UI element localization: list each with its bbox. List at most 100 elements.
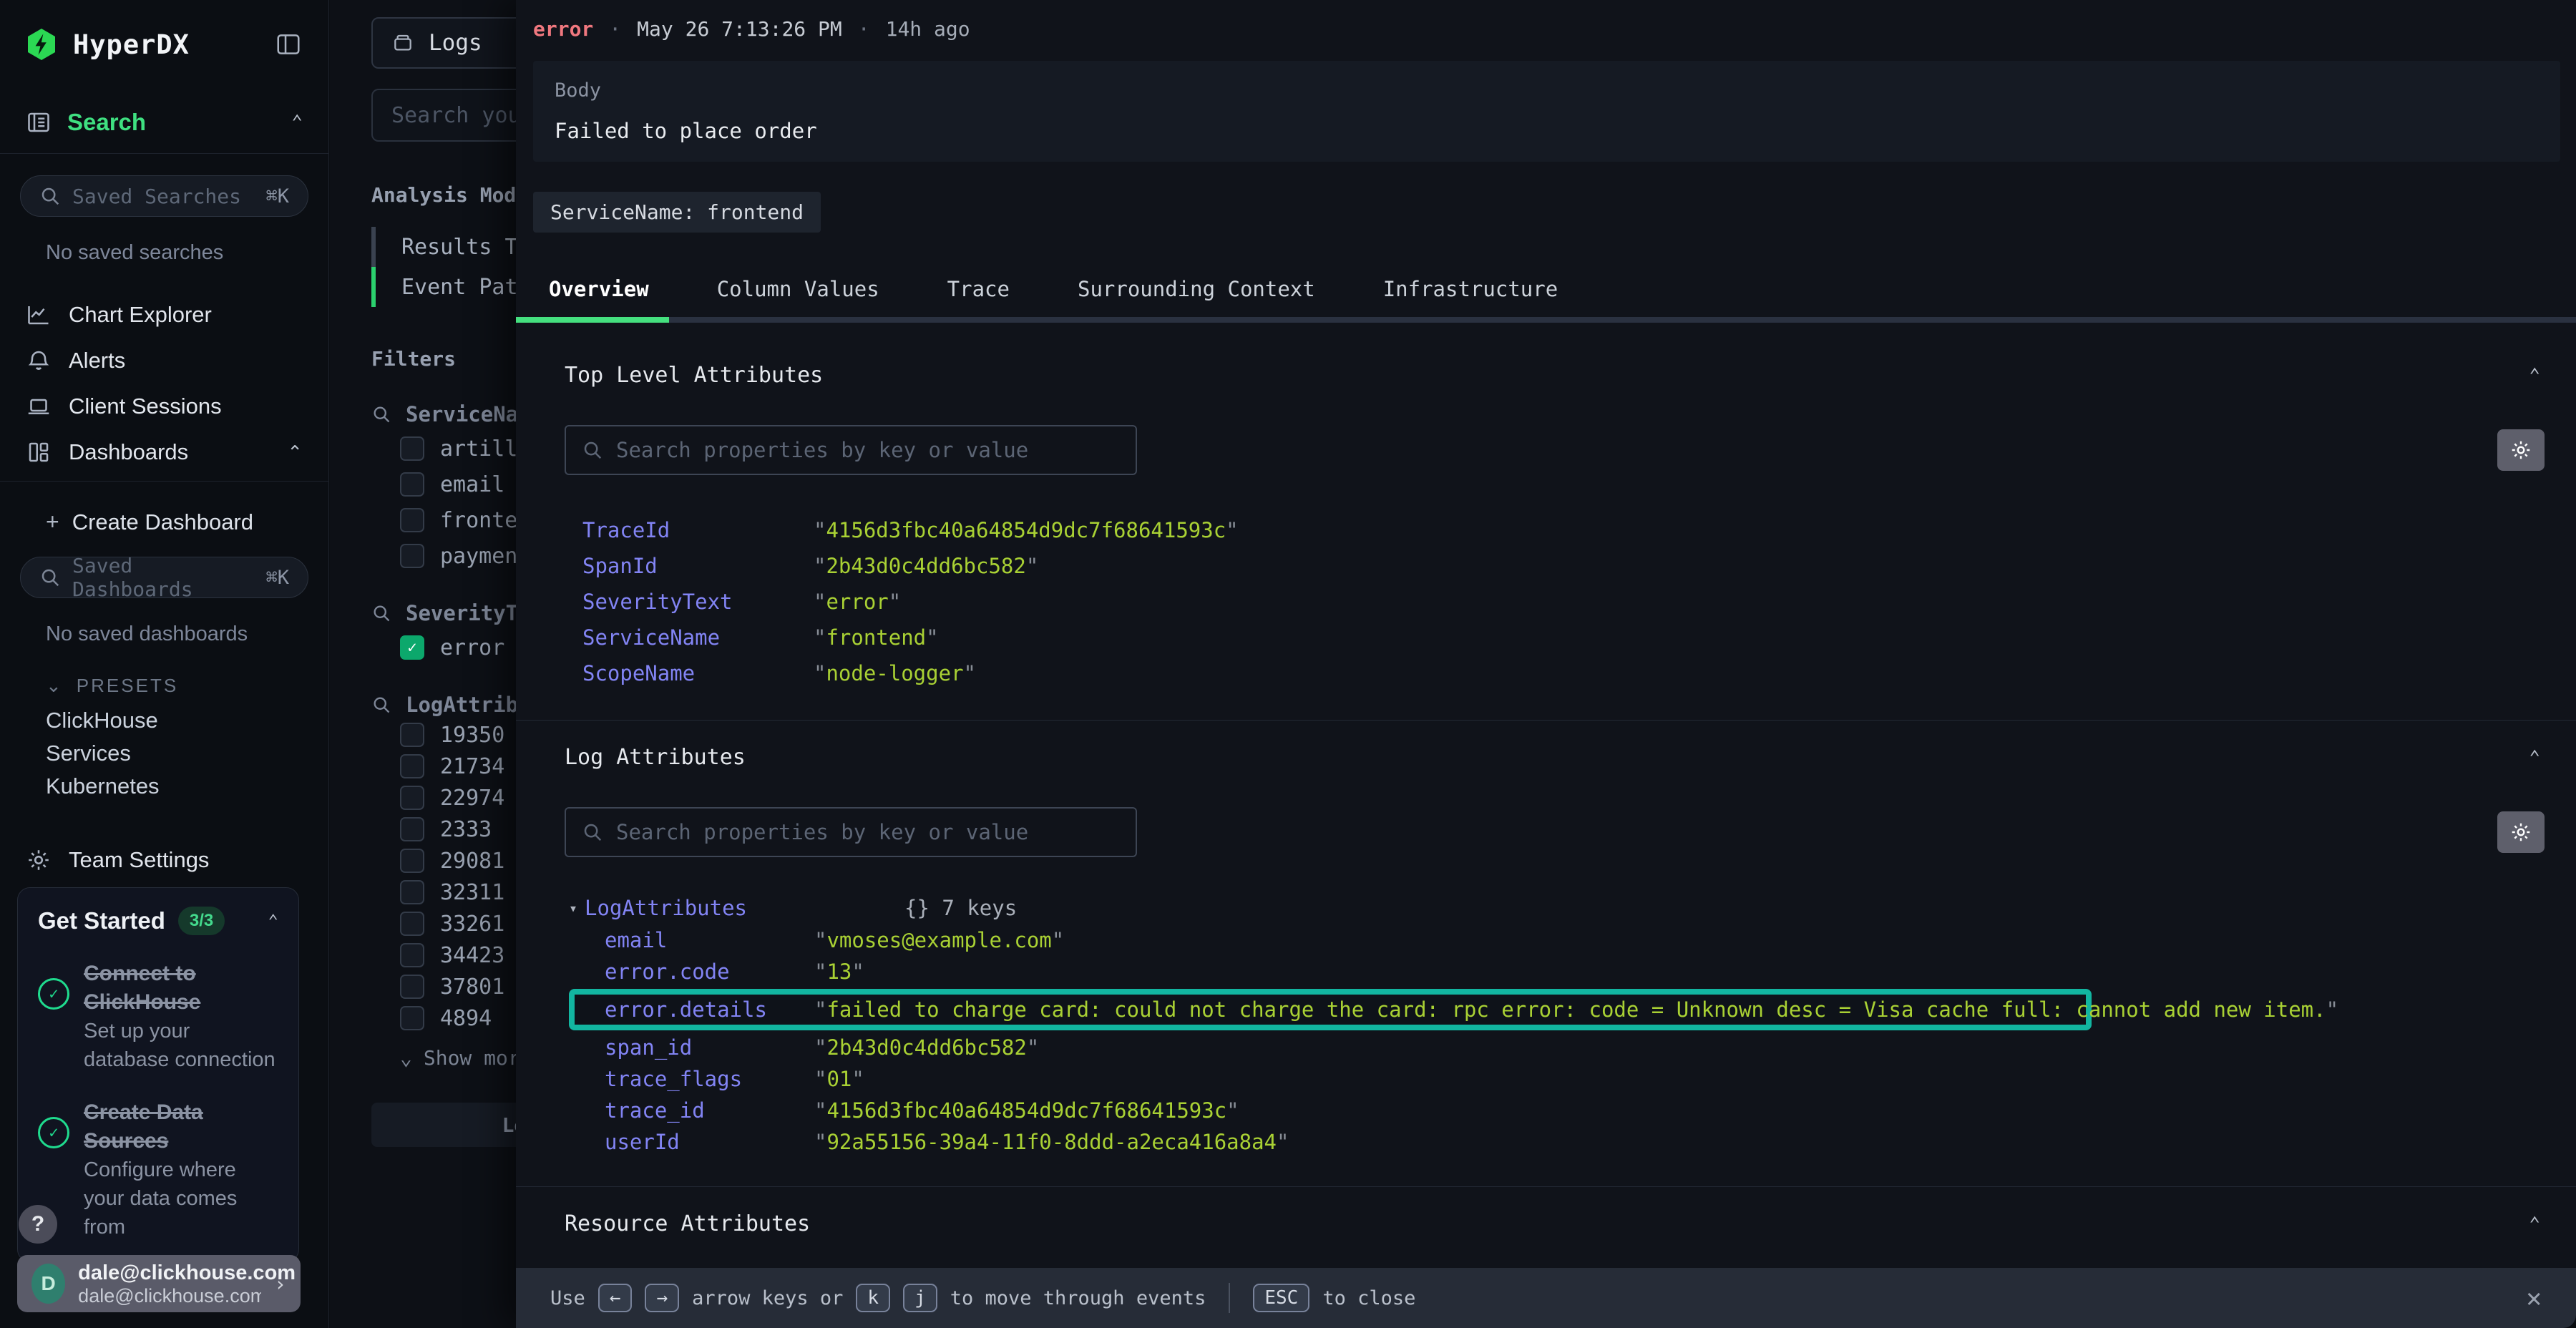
checkbox-unchecked[interactable] (400, 544, 424, 568)
attributes-settings-button[interactable] (2497, 811, 2545, 853)
attribute-value[interactable]: 92a55156-39a4-11f0-8ddd-a2eca416a8a4 (814, 1130, 1289, 1154)
sidebar-item-alerts[interactable]: Alerts (0, 338, 328, 384)
attributes-settings-button[interactable] (2497, 429, 2545, 471)
attribute-key[interactable]: ScopeName (582, 661, 814, 685)
arrow-left-key: ← (598, 1284, 633, 1312)
checkbox-unchecked[interactable] (400, 880, 424, 904)
saved-dashboards-shortcut: ⌘K (265, 567, 289, 589)
sidebar-item-search[interactable]: Search ⌃ (0, 109, 328, 154)
saved-searches-placeholder: Saved Searches (72, 185, 241, 208)
preset-item[interactable]: Kubernetes (46, 770, 328, 803)
checkbox-unchecked[interactable] (400, 912, 424, 936)
event-relative-time: 14h ago (886, 17, 970, 41)
get-started-item-desc: Set up your database connection (84, 1017, 278, 1074)
properties-search-input[interactable]: Search properties by key or value (565, 807, 1137, 857)
attribute-key[interactable]: span_id (605, 1035, 814, 1060)
get-started-title: Get Started (38, 907, 165, 934)
collapse-caret-icon[interactable]: ▾ (569, 899, 577, 917)
detail-tab[interactable]: Trace (947, 264, 1010, 317)
chevron-up-icon[interactable]: ⌃ (2529, 365, 2540, 386)
attribute-key[interactable]: SpanId (582, 554, 814, 578)
sidebar-item-chart-explorer[interactable]: Chart Explorer (0, 292, 328, 338)
search-icon (582, 439, 603, 461)
sidebar-item-dashboards[interactable]: Dashboards ⌃ (0, 429, 328, 475)
keys-count-meta: {} 7 keys (904, 896, 1017, 920)
chevron-up-icon[interactable]: ⌃ (287, 441, 303, 464)
attribute-key[interactable]: SeverityText (582, 590, 814, 614)
preset-item[interactable]: Services (46, 737, 328, 770)
avatar: D (31, 1264, 65, 1304)
attribute-value[interactable]: vmoses@example.com (814, 928, 1064, 952)
attribute-key[interactable]: trace_flags (605, 1067, 814, 1091)
chevron-up-icon[interactable]: ⌃ (291, 112, 303, 133)
detail-tab[interactable]: Infrastructure (1383, 264, 1558, 317)
log-attributes-section-header: Log Attributes ⌃ (565, 745, 2540, 770)
checkbox-unchecked[interactable] (400, 1006, 424, 1030)
chevron-up-icon[interactable]: ⌃ (2529, 747, 2540, 768)
attribute-row: span_id 2b43d0c4dd6bc582 (569, 1032, 2576, 1063)
sidebar-item-client-sessions[interactable]: Client Sessions (0, 384, 328, 429)
resource-attributes-section-header: Resource Attributes ⌃ (565, 1211, 2540, 1236)
attribute-key[interactable]: error.details (605, 997, 814, 1022)
attribute-value[interactable]: 13 (814, 960, 864, 984)
severity-label: error (533, 17, 593, 41)
preset-item[interactable]: ClickHouse (46, 704, 328, 737)
chevron-up-icon[interactable]: ⌃ (268, 911, 278, 931)
checkbox-unchecked[interactable] (400, 436, 424, 461)
checkbox-checked[interactable]: ✓ (400, 635, 424, 660)
checkbox-unchecked[interactable] (400, 754, 424, 778)
presets-toggle[interactable]: ⌄ PRESETS (46, 675, 328, 697)
section-title: Top Level Attributes (565, 363, 823, 388)
checkbox-unchecked[interactable] (400, 723, 424, 747)
top-level-search-row: Search properties by key or value (565, 425, 2545, 475)
attribute-value[interactable]: 4156d3fbc40a64854d9dc7f68641593c (814, 518, 1239, 542)
detail-tab[interactable]: Overview (549, 264, 649, 317)
attribute-value[interactable]: node-logger (814, 661, 976, 685)
attribute-value[interactable]: 2b43d0c4dd6bc582 (814, 554, 1038, 578)
checkbox-unchecked[interactable] (400, 786, 424, 810)
attribute-key[interactable]: TraceId (582, 518, 814, 542)
attribute-key[interactable]: userId (605, 1130, 814, 1154)
properties-search-input[interactable]: Search properties by key or value (565, 425, 1137, 475)
brand-name: HyperDX (73, 29, 190, 60)
chevron-down-icon: ⌄ (46, 675, 64, 697)
get-started-item[interactable]: ✓ Create Data Sources Configure where yo… (38, 1098, 278, 1241)
arrow-right-key: → (645, 1284, 679, 1312)
service-tag-chip[interactable]: ServiceName: frontend (533, 192, 821, 233)
attribute-value[interactable]: failed to charge card: could not charge … (814, 997, 2338, 1022)
close-icon[interactable]: ✕ (2526, 1284, 2542, 1313)
detail-tab[interactable]: Surrounding Context (1078, 264, 1315, 317)
attribute-value[interactable]: 2b43d0c4dd6bc582 (814, 1035, 1039, 1060)
create-dashboard-button[interactable]: + Create Dashboard (46, 509, 328, 535)
checkbox-unchecked[interactable] (400, 943, 424, 967)
attribute-value[interactable]: error (814, 590, 901, 614)
attribute-key[interactable]: LogAttributes (585, 896, 747, 920)
user-account-chip[interactable]: D dale@clickhouse.com dale@clickhouse.co… (17, 1255, 301, 1312)
checkbox-unchecked[interactable] (400, 849, 424, 873)
search-icon (371, 404, 391, 424)
checkbox-unchecked[interactable] (400, 472, 424, 497)
attribute-value[interactable]: 4156d3fbc40a64854d9dc7f68641593c (814, 1098, 1239, 1123)
attribute-key[interactable]: trace_id (605, 1098, 814, 1123)
attribute-key[interactable]: email (605, 928, 814, 952)
plus-icon: + (46, 509, 59, 535)
sidebar-item-team-settings[interactable]: Team Settings (0, 847, 328, 873)
attribute-row: SeverityText error (582, 584, 2576, 620)
get-started-item[interactable]: ✓ Connect to ClickHouse Set up your data… (38, 960, 278, 1074)
checkbox-unchecked[interactable] (400, 817, 424, 841)
checkbox-unchecked[interactable] (400, 975, 424, 999)
get-started-header[interactable]: Get Started 3/3 ⌃ (38, 907, 278, 935)
attribute-key[interactable]: error.code (605, 960, 814, 984)
checkbox-unchecked[interactable] (400, 508, 424, 532)
attribute-value[interactable]: 01 (814, 1067, 864, 1091)
body-value: Failed to place order (555, 119, 2539, 143)
detail-tab[interactable]: Column Values (717, 264, 879, 317)
sidebar-collapse-icon[interactable] (273, 31, 304, 58)
saved-searches-input[interactable]: Saved Searches ⌘K (20, 175, 308, 217)
chevron-up-icon[interactable]: ⌃ (2529, 1214, 2540, 1235)
saved-dashboards-input[interactable]: Saved Dashboards ⌘K (20, 557, 308, 598)
attribute-value[interactable]: frontend (814, 625, 939, 650)
get-started-card: Get Started 3/3 ⌃ ✓ Connect to ClickHous… (17, 887, 299, 1262)
help-button[interactable]: ? (19, 1205, 57, 1244)
attribute-key[interactable]: ServiceName (582, 625, 814, 650)
